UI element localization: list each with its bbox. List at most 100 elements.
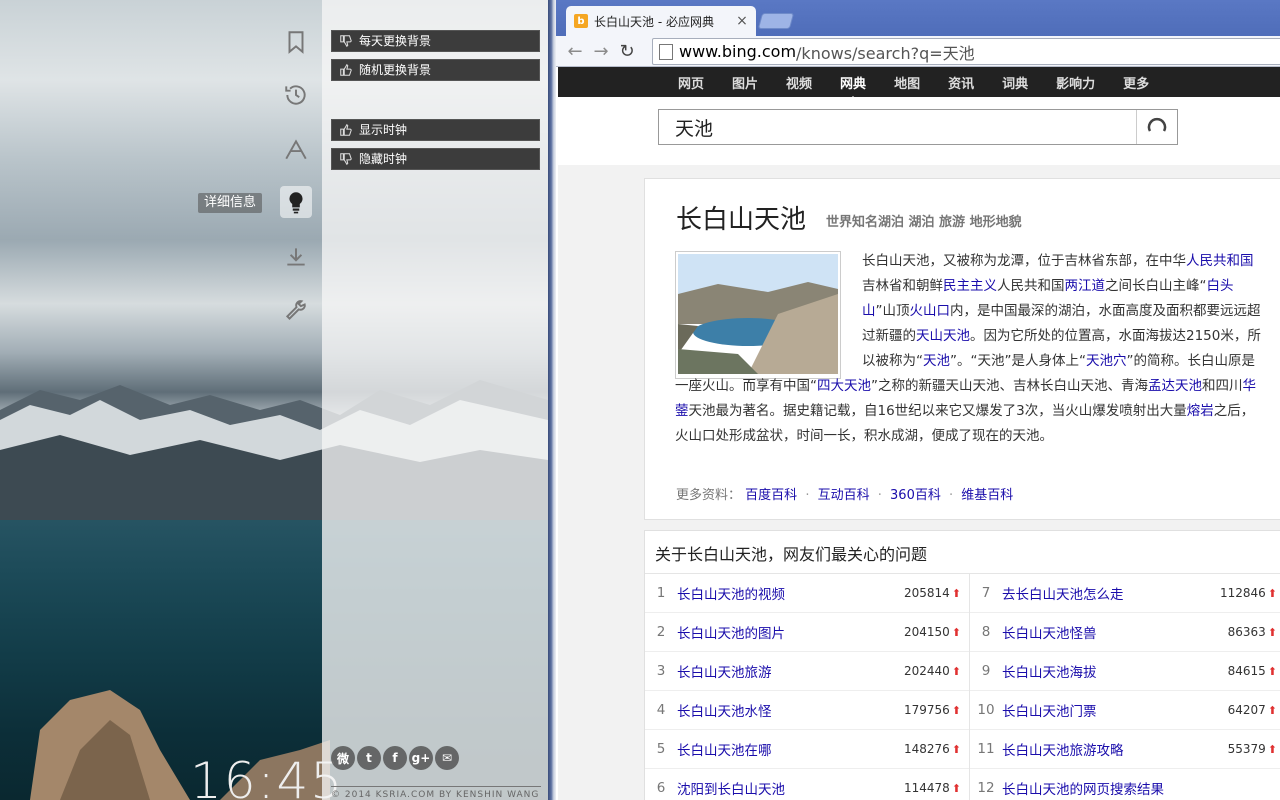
tab-active[interactable]: b 长白山天池 - 必应网典 × bbox=[566, 6, 756, 36]
question-row[interactable]: 9 长白山天池海拔 84615 ⬆ bbox=[970, 652, 1280, 691]
reload-icon[interactable]: ↻ bbox=[614, 38, 640, 64]
apps-icon[interactable] bbox=[280, 134, 312, 166]
nav-videos[interactable]: 视频 bbox=[786, 73, 812, 92]
question-row[interactable]: 6 沈阳到长白山天池 114478 ⬆ bbox=[645, 769, 969, 800]
twitter-icon[interactable]: t bbox=[357, 746, 381, 770]
question-link[interactable]: 长白山天池水怪 bbox=[677, 700, 904, 720]
source-link-360[interactable]: 360百科 bbox=[890, 488, 941, 503]
question-count: 148276 bbox=[903, 742, 950, 756]
question-link[interactable]: 长白山天池海拔 bbox=[1002, 661, 1228, 681]
hide-clock-button[interactable]: 隐藏时钟 bbox=[331, 148, 540, 170]
address-bar[interactable]: www.bing.com/knows/search?q=天池 bbox=[652, 38, 1280, 65]
knowledge-card: 长白山天池 世界知名湖泊 湖泊 旅游 地形地貌 长白山天池，又被称为龙潭，位于吉… bbox=[644, 178, 1280, 520]
entity-link[interactable]: 熔岩 bbox=[1187, 403, 1214, 419]
question-link[interactable]: 长白山天池的网页搜索结果 bbox=[1002, 778, 1280, 798]
history-icon[interactable] bbox=[280, 79, 312, 111]
nav-more[interactable]: 更多 bbox=[1123, 73, 1149, 92]
question-row[interactable]: 5 长白山天池在哪 148276 ⬆ bbox=[645, 730, 969, 769]
entity-link[interactable]: 两江道 bbox=[1065, 278, 1106, 294]
trend-up-icon: ⬆ bbox=[951, 703, 961, 717]
question-row[interactable]: 10 长白山天池门票 64207 ⬆ bbox=[970, 691, 1280, 730]
question-link[interactable]: 长白山天池旅游攻略 bbox=[1002, 739, 1228, 759]
entity-title: 长白山天池 bbox=[676, 205, 807, 235]
trend-up-icon: ⬆ bbox=[951, 742, 961, 756]
question-row[interactable]: 11 长白山天池旅游攻略 55379 ⬆ bbox=[970, 730, 1280, 769]
trend-up-icon: ⬆ bbox=[1267, 703, 1277, 717]
bookmark-icon[interactable] bbox=[280, 26, 312, 58]
entity-link[interactable]: 天池 bbox=[923, 353, 950, 369]
entity-link[interactable]: 天山天池 bbox=[916, 328, 970, 344]
question-rank: 11 bbox=[977, 741, 995, 757]
question-count: 112846 bbox=[1219, 586, 1266, 600]
entity-link[interactable]: 人民共和国 bbox=[1186, 253, 1254, 269]
question-rank: 5 bbox=[656, 741, 666, 757]
question-row[interactable]: 3 长白山天池旅游 202440 ⬆ bbox=[645, 652, 969, 691]
thumbs-down-icon bbox=[337, 150, 355, 168]
description-text: ”之称的新疆天山天池、吉林长白山天池、青海 bbox=[871, 378, 1148, 394]
nav-images[interactable]: 图片 bbox=[732, 73, 758, 92]
entity-link[interactable]: 火山口 bbox=[910, 303, 951, 319]
questions-left-column: 1 长白山天池的视频 205814 ⬆ 2 长白山天池的图片 204150 ⬆ 3 长白山天池旅游… bbox=[645, 574, 969, 800]
google-plus-icon[interactable]: g+ bbox=[409, 746, 433, 770]
question-row[interactable]: 8 长白山天池怪兽 86363 ⬆ bbox=[970, 613, 1280, 652]
show-clock-button[interactable]: 显示时钟 bbox=[331, 119, 540, 141]
nav-dictionary[interactable]: 词典 bbox=[1002, 73, 1028, 92]
description-text: ”。“天池”是人身体上“ bbox=[950, 353, 1086, 369]
nav-maps[interactable]: 地图 bbox=[894, 73, 920, 92]
back-icon[interactable]: ← bbox=[562, 38, 588, 64]
facebook-icon[interactable]: f bbox=[383, 746, 407, 770]
question-row[interactable]: 7 去长白山天池怎么走 112846 ⬆ bbox=[970, 574, 1280, 613]
question-link[interactable]: 长白山天池的视频 bbox=[677, 583, 904, 603]
trend-up-icon: ⬆ bbox=[951, 625, 961, 639]
question-link[interactable]: 长白山天池门票 bbox=[1002, 700, 1228, 720]
question-row[interactable]: 12 长白山天池的网页搜索结果 bbox=[970, 769, 1280, 800]
clock-display: 16:45 bbox=[190, 752, 345, 800]
entity-link[interactable]: 民主主义 bbox=[943, 278, 997, 294]
url-path: /knows/search?q=天池 bbox=[796, 43, 975, 63]
weibo-icon[interactable]: 微 bbox=[331, 746, 355, 770]
question-row[interactable]: 1 长白山天池的视频 205814 ⬆ bbox=[645, 574, 969, 613]
new-tab-button[interactable] bbox=[757, 13, 795, 29]
lightbulb-icon[interactable] bbox=[280, 186, 312, 218]
download-icon[interactable] bbox=[280, 241, 312, 273]
mail-icon[interactable]: ✉ bbox=[435, 746, 459, 770]
question-link[interactable]: 沈阳到长白山天池 bbox=[677, 778, 904, 798]
nav-influence[interactable]: 影响力 bbox=[1056, 73, 1095, 92]
button-label: 每天更换背景 bbox=[359, 34, 432, 48]
tab-close-icon[interactable]: × bbox=[734, 13, 750, 29]
source-link-wiki[interactable]: 维基百科 bbox=[961, 488, 1013, 503]
description-text: 天池最为著名。据史籍记载，自16世纪以来它又爆发了3次，当火山爆发喷射出大量 bbox=[688, 403, 1187, 419]
source-link-baidu[interactable]: 百度百科 bbox=[745, 488, 797, 503]
tab-title: 长白山天池 - 必应网典 bbox=[594, 14, 714, 29]
question-count: 202440 bbox=[903, 664, 950, 678]
search-input[interactable]: 天池 bbox=[658, 109, 1178, 145]
more-sources-label: 更多资料： bbox=[676, 488, 742, 503]
wrench-icon[interactable] bbox=[280, 295, 312, 327]
nav-news[interactable]: 资讯 bbox=[948, 73, 974, 92]
question-link[interactable]: 长白山天池怪兽 bbox=[1002, 622, 1228, 642]
question-row[interactable]: 2 长白山天池的图片 204150 ⬆ bbox=[645, 613, 969, 652]
search-row: 天池 bbox=[558, 97, 1280, 165]
question-count: 84615 bbox=[1227, 664, 1266, 678]
description-text: 和四川 bbox=[1202, 378, 1243, 394]
question-count: 204150 bbox=[903, 625, 950, 639]
trend-up-icon: ⬆ bbox=[951, 586, 961, 600]
description-text: 人民共和国 bbox=[997, 278, 1065, 294]
daily-background-button[interactable]: 每天更换背景 bbox=[331, 30, 540, 52]
question-link[interactable]: 长白山天池的图片 bbox=[677, 622, 904, 642]
question-link[interactable]: 去长白山天池怎么走 bbox=[1002, 583, 1220, 603]
question-row[interactable]: 4 长白山天池水怪 179756 ⬆ bbox=[645, 691, 969, 730]
entity-link[interactable]: 天池穴 bbox=[1086, 353, 1127, 369]
nav-web[interactable]: 网页 bbox=[678, 73, 704, 92]
bing-favicon-icon: b bbox=[574, 14, 588, 28]
entity-link[interactable]: 四大天池 bbox=[817, 378, 871, 394]
question-rank: 4 bbox=[656, 702, 666, 718]
forward-icon[interactable]: → bbox=[588, 38, 614, 64]
entity-link[interactable]: 孟达天池 bbox=[1148, 378, 1202, 394]
source-link-hudong[interactable]: 互动百科 bbox=[818, 488, 870, 503]
question-link[interactable]: 长白山天池在哪 bbox=[677, 739, 904, 759]
random-background-button[interactable]: 随机更换背景 bbox=[331, 59, 540, 81]
search-button[interactable] bbox=[1136, 110, 1177, 144]
nav-knows[interactable]: 网典 bbox=[840, 73, 866, 101]
question-link[interactable]: 长白山天池旅游 bbox=[677, 661, 904, 681]
